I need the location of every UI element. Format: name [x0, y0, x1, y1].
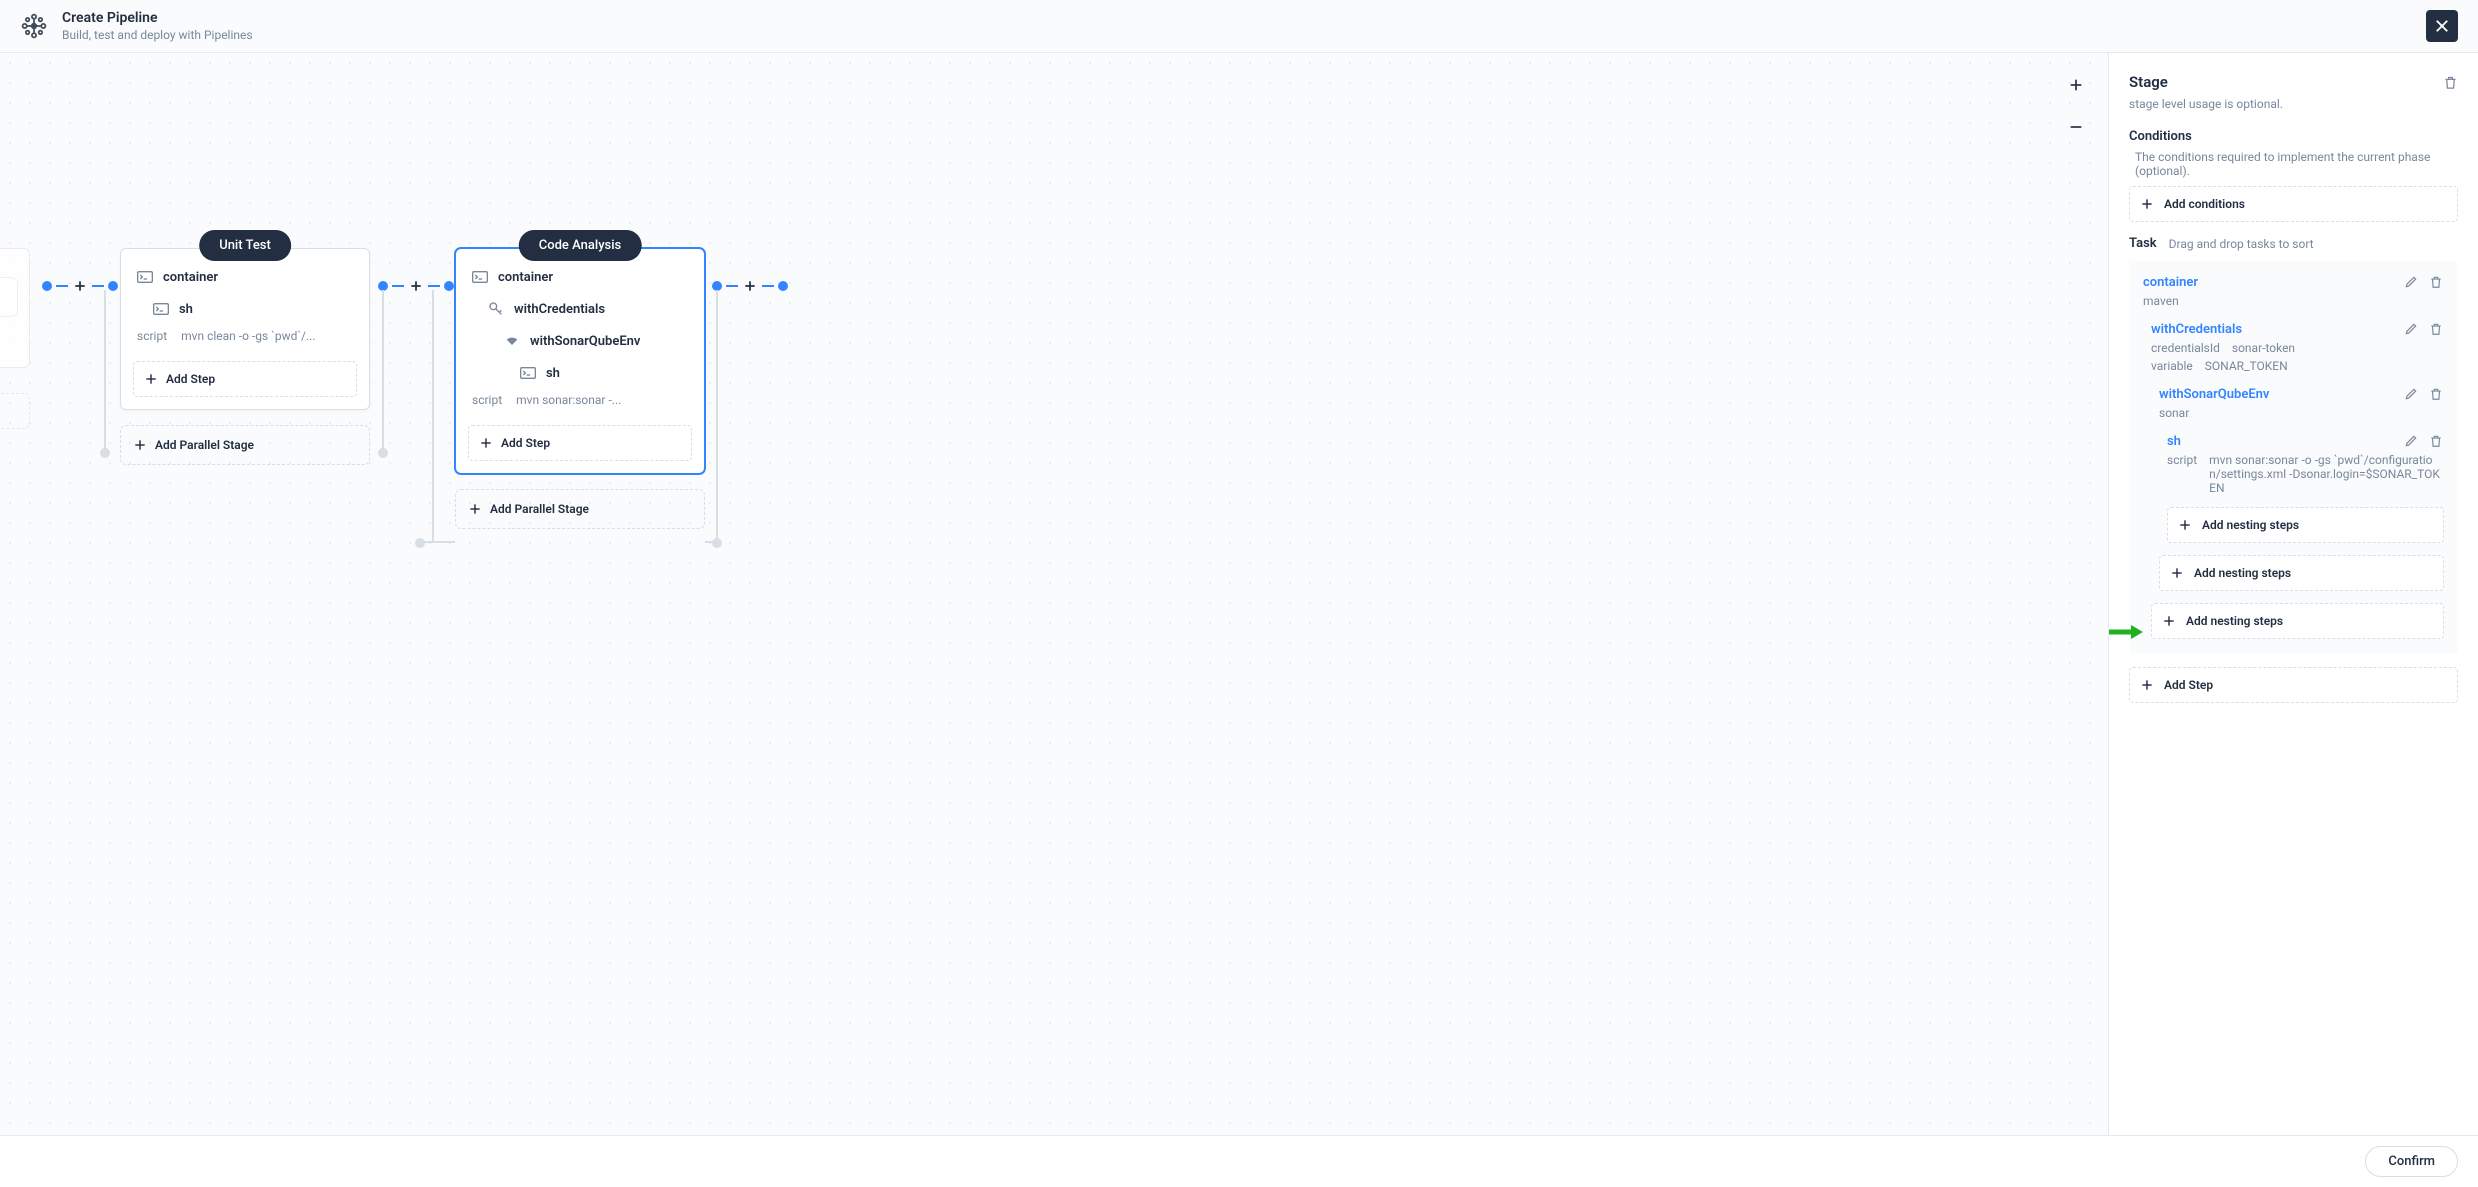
conditions-description: The conditions required to implement the… — [2135, 150, 2458, 178]
task-title: withCredentials — [2151, 322, 2242, 337]
stage-pill[interactable]: Code Analysis — [519, 230, 642, 261]
add-conditions-button[interactable]: Add conditions — [2129, 186, 2458, 222]
connector — [42, 278, 118, 294]
task-heading: Task — [2129, 236, 2157, 251]
task-with-sonar[interactable]: withSonarQubeEnv sonar sh — [2159, 387, 2444, 591]
add-nesting-steps-button[interactable]: Add nesting steps — [2159, 555, 2444, 591]
parallel-rail — [705, 541, 719, 543]
step-with-credentials[interactable]: withCredentials — [468, 293, 692, 325]
task-title: sh — [2167, 434, 2181, 449]
parallel-connector-dot — [415, 538, 425, 548]
parallel-rail — [716, 290, 718, 543]
panel-description: stage level usage is optional. — [2129, 97, 2458, 111]
parallel-rail — [420, 541, 455, 543]
stage-unit-test[interactable]: Unit Test container sh script mvn clean … — [120, 248, 370, 465]
footer: Confirm — [0, 1135, 2478, 1187]
step-container[interactable]: container — [468, 261, 692, 293]
trash-icon[interactable] — [2429, 434, 2444, 449]
add-nesting-steps-button[interactable]: Add nesting steps — [2151, 603, 2444, 639]
add-parallel-stage-button[interactable]: Add Parallel Stage — [120, 425, 370, 465]
task-value: sonar — [2159, 406, 2444, 420]
parallel-rail — [382, 290, 384, 453]
add-stage-button[interactable] — [408, 278, 424, 294]
task-kv: credentialsIdsonar-token — [2151, 341, 2444, 355]
pipeline-logo-icon — [20, 12, 48, 40]
task-sh[interactable]: sh scriptmvn sonar:sonar -o -gs `pwd`/co… — [2167, 434, 2444, 543]
edit-icon[interactable] — [2404, 322, 2419, 337]
add-step-button[interactable]: Add Step — [468, 425, 692, 461]
page-header: Create Pipeline Build, test and deploy w… — [0, 0, 2478, 53]
terminal-icon — [472, 269, 488, 285]
trash-icon[interactable] — [2429, 275, 2444, 290]
annotation-arrow-icon — [2108, 625, 2143, 639]
connector — [378, 278, 454, 294]
step-sh[interactable]: sh — [468, 357, 692, 389]
task-container[interactable]: container maven withCredentials — [2129, 261, 2458, 653]
step-sh[interactable]: sh — [133, 293, 357, 325]
previous-add-parallel[interactable] — [0, 393, 30, 429]
close-button[interactable] — [2426, 10, 2458, 42]
key-icon — [488, 301, 504, 317]
step-script: script mvn clean -o -gs `pwd`/... — [133, 325, 357, 353]
task-kv: variableSONAR_TOKEN — [2151, 359, 2444, 373]
stage-pill[interactable]: Unit Test — [199, 230, 291, 261]
edit-icon[interactable] — [2404, 387, 2419, 402]
task-title: container — [2143, 275, 2198, 290]
add-step-button[interactable]: Add Step — [133, 361, 357, 397]
panel-heading: Stage — [2129, 73, 2168, 91]
conditions-heading: Conditions — [2129, 129, 2192, 144]
connector — [712, 278, 788, 294]
page-title: Create Pipeline — [62, 10, 2426, 26]
step-script: script mvn sonar:sonar -... — [468, 389, 692, 417]
delete-stage-button[interactable] — [2443, 75, 2458, 90]
zoom-in-button[interactable] — [2064, 73, 2088, 97]
trash-icon[interactable] — [2429, 387, 2444, 402]
add-stage-button[interactable] — [72, 278, 88, 294]
page-subtitle: Build, test and deploy with Pipelines — [62, 28, 2426, 42]
zoom-out-button[interactable] — [2064, 115, 2088, 139]
stage-code-analysis[interactable]: Code Analysis container withCredentials … — [455, 248, 705, 529]
add-step-button[interactable]: Add Step — [2129, 667, 2458, 703]
add-stage-button[interactable] — [742, 278, 758, 294]
parallel-rail — [104, 290, 106, 453]
task-value: maven — [2143, 294, 2444, 308]
previous-stage-inner — [0, 277, 18, 317]
step-container[interactable]: container — [133, 261, 357, 293]
task-with-credentials[interactable]: withCredentials credentialsIdsonar-token… — [2151, 322, 2444, 639]
add-nesting-steps-button[interactable]: Add nesting steps — [2167, 507, 2444, 543]
wifi-icon — [504, 333, 520, 349]
terminal-icon — [520, 365, 536, 381]
task-description: Drag and drop tasks to sort — [2169, 237, 2314, 251]
task-title: withSonarQubeEnv — [2159, 387, 2269, 402]
terminal-icon — [137, 269, 153, 285]
edit-icon[interactable] — [2404, 434, 2419, 449]
parallel-rail — [432, 290, 434, 543]
terminal-icon — [153, 301, 169, 317]
step-with-sonar[interactable]: withSonarQubeEnv — [468, 325, 692, 357]
pipeline-canvas[interactable]: Unit Test container sh script mvn clean … — [0, 53, 2108, 1135]
trash-icon[interactable] — [2429, 322, 2444, 337]
edit-icon[interactable] — [2404, 275, 2419, 290]
task-kv: scriptmvn sonar:sonar -o -gs `pwd`/confi… — [2167, 453, 2444, 495]
add-parallel-stage-button[interactable]: Add Parallel Stage — [455, 489, 705, 529]
stage-detail-panel: Stage stage level usage is optional. Con… — [2108, 53, 2478, 1135]
